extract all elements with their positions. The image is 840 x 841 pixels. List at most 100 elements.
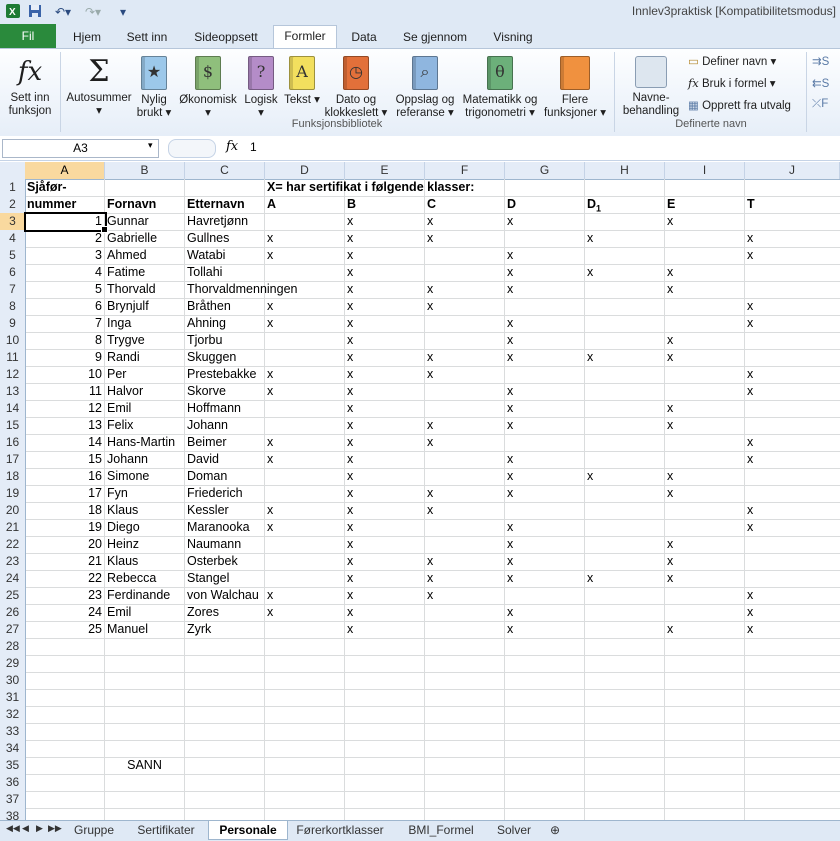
cell-a17[interactable]: 15 bbox=[27, 451, 102, 468]
financial-button[interactable]: $ Økonomisk ▾ bbox=[176, 56, 240, 120]
cell-h24[interactable]: x bbox=[587, 570, 662, 587]
row-header[interactable]: 15 bbox=[0, 417, 26, 434]
cell-b27[interactable]: Manuel bbox=[107, 621, 182, 638]
tab-visning[interactable]: Visning bbox=[484, 27, 542, 48]
redo-icon[interactable]: ↷▾ bbox=[80, 3, 106, 21]
cell-e25[interactable]: x bbox=[347, 587, 422, 604]
cell-a15[interactable]: 13 bbox=[27, 417, 102, 434]
row-header[interactable]: 10 bbox=[0, 332, 26, 349]
cell-d13[interactable]: x bbox=[267, 383, 342, 400]
cell-a22[interactable]: 20 bbox=[27, 536, 102, 553]
cell-a26[interactable]: 24 bbox=[27, 604, 102, 621]
cell-g19[interactable]: x bbox=[507, 485, 582, 502]
row-header[interactable]: 22 bbox=[0, 536, 26, 553]
cell-d10[interactable] bbox=[267, 332, 342, 349]
cell-c21[interactable]: Maranooka bbox=[187, 519, 262, 536]
column-header-i[interactable]: I bbox=[665, 162, 745, 179]
tab-sideoppsett[interactable]: Sideoppsett bbox=[186, 27, 266, 48]
row-header[interactable]: 14 bbox=[0, 400, 26, 417]
cell-f18[interactable] bbox=[427, 468, 502, 485]
cell-j19[interactable] bbox=[747, 485, 837, 502]
cell-g7[interactable]: x bbox=[507, 281, 582, 298]
cell-h13[interactable] bbox=[587, 383, 662, 400]
cell-a31[interactable] bbox=[27, 689, 102, 706]
trace-precedents-icon[interactable]: ⇉S bbox=[812, 54, 829, 68]
cell-i37[interactable] bbox=[667, 791, 742, 808]
cell-b1[interactable] bbox=[107, 179, 182, 196]
cell-b10[interactable]: Trygve bbox=[107, 332, 182, 349]
cell-c27[interactable]: Zyrk bbox=[187, 621, 262, 638]
cell-b11[interactable]: Randi bbox=[107, 349, 182, 366]
cell-i25[interactable] bbox=[667, 587, 742, 604]
cell-j1[interactable] bbox=[747, 179, 837, 196]
cell-g9[interactable]: x bbox=[507, 315, 582, 332]
row-header[interactable]: 3 bbox=[0, 213, 26, 230]
cell-b33[interactable] bbox=[107, 723, 182, 740]
cell-c4[interactable]: Gullnes bbox=[187, 230, 262, 247]
sheet-tab-f-rerkortklasser[interactable]: Førerkortklasser bbox=[290, 821, 390, 839]
cell-j14[interactable] bbox=[747, 400, 837, 417]
cell-f24[interactable]: x bbox=[427, 570, 502, 587]
cell-g33[interactable] bbox=[507, 723, 582, 740]
row-header[interactable]: 24 bbox=[0, 570, 26, 587]
row-header[interactable]: 25 bbox=[0, 587, 26, 604]
cell-g36[interactable] bbox=[507, 774, 582, 791]
cell-d19[interactable] bbox=[267, 485, 342, 502]
cell-c20[interactable]: Kessler bbox=[187, 502, 262, 519]
cell-b21[interactable]: Diego bbox=[107, 519, 182, 536]
cell-h9[interactable] bbox=[587, 315, 662, 332]
row-header[interactable]: 6 bbox=[0, 264, 26, 281]
cell-i30[interactable] bbox=[667, 672, 742, 689]
cell-i20[interactable] bbox=[667, 502, 742, 519]
cell-e26[interactable]: x bbox=[347, 604, 422, 621]
cell-e36[interactable] bbox=[347, 774, 422, 791]
row-header[interactable]: 2 bbox=[0, 196, 26, 213]
next-sheet-icon[interactable]: ▶ bbox=[36, 823, 43, 834]
cell-j18[interactable] bbox=[747, 468, 837, 485]
cell-e16[interactable]: x bbox=[347, 434, 422, 451]
cell-a13[interactable]: 11 bbox=[27, 383, 102, 400]
cell-j26[interactable]: x bbox=[747, 604, 837, 621]
cell-g38[interactable] bbox=[507, 808, 582, 820]
cell-g4[interactable] bbox=[507, 230, 582, 247]
cell-j4[interactable]: x bbox=[747, 230, 837, 247]
cell-f22[interactable] bbox=[427, 536, 502, 553]
first-sheet-icon[interactable]: ◀◀ bbox=[6, 823, 20, 834]
cell-b26[interactable]: Emil bbox=[107, 604, 182, 621]
cell-a9[interactable]: 7 bbox=[27, 315, 102, 332]
cell-b9[interactable]: Inga bbox=[107, 315, 182, 332]
cell-j7[interactable] bbox=[747, 281, 837, 298]
define-name-button[interactable]: ▭ Definer navn ▾ bbox=[688, 54, 776, 68]
cell-g6[interactable]: x bbox=[507, 264, 582, 281]
cell-f12[interactable]: x bbox=[427, 366, 502, 383]
cell-i1[interactable] bbox=[667, 179, 742, 196]
cell-f14[interactable] bbox=[427, 400, 502, 417]
cell-f7[interactable]: x bbox=[427, 281, 502, 298]
cell-g30[interactable] bbox=[507, 672, 582, 689]
cell-d35[interactable] bbox=[267, 757, 342, 774]
insert-function-button[interactable]: fx Sett inn funksjon bbox=[2, 56, 58, 118]
customize-qat-icon[interactable]: ▾ bbox=[114, 3, 132, 21]
lookup-button[interactable]: ⌕ Oppslag og referanse ▾ bbox=[392, 56, 458, 120]
select-all-corner[interactable] bbox=[0, 162, 26, 179]
excel-logo-icon[interactable]: X bbox=[4, 3, 22, 21]
row-header[interactable]: 29 bbox=[0, 655, 26, 672]
cell-g3[interactable]: x bbox=[507, 213, 582, 230]
cell-b25[interactable]: Ferdinande bbox=[107, 587, 182, 604]
cell-i8[interactable] bbox=[667, 298, 742, 315]
cell-g21[interactable]: x bbox=[507, 519, 582, 536]
cell-i17[interactable] bbox=[667, 451, 742, 468]
sheet-tab-gruppe[interactable]: Gruppe bbox=[66, 821, 122, 839]
row-header[interactable]: 9 bbox=[0, 315, 26, 332]
row-header[interactable]: 38 bbox=[0, 808, 26, 820]
cell-g2[interactable]: D bbox=[507, 196, 582, 213]
cell-g5[interactable]: x bbox=[507, 247, 582, 264]
cell-j21[interactable]: x bbox=[747, 519, 837, 536]
cell-b29[interactable] bbox=[107, 655, 182, 672]
logical-button[interactable]: ? Logisk ▾ bbox=[242, 56, 280, 120]
cell-i18[interactable]: x bbox=[667, 468, 742, 485]
cell-i36[interactable] bbox=[667, 774, 742, 791]
insert-sheet-icon[interactable]: ⊕ bbox=[544, 821, 566, 839]
tab-hjem[interactable]: Hjem bbox=[64, 27, 110, 48]
name-box-dropdown-icon[interactable]: ▾ bbox=[148, 140, 153, 151]
